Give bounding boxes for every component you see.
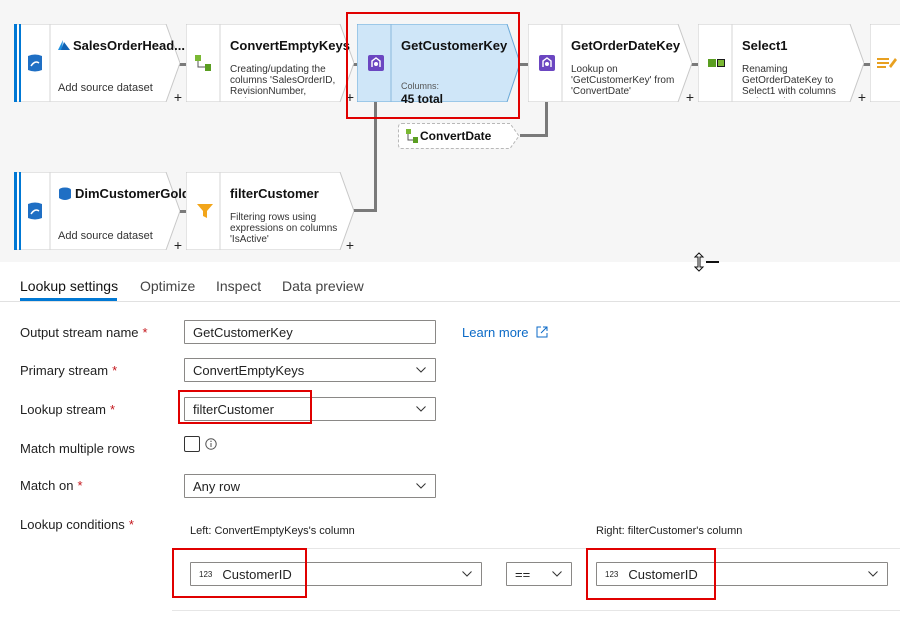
- select-icon: [706, 24, 728, 102]
- node-filter-customer[interactable]: filterCustomer Filtering rows using expr…: [186, 172, 354, 253]
- node-convert-date[interactable]: ConvertDate: [398, 123, 520, 149]
- node-sink-partial[interactable]: [870, 24, 900, 102]
- primary-stream-select[interactable]: ConvertEmptyKeys: [184, 358, 436, 382]
- add-transform-button[interactable]: +: [686, 89, 694, 105]
- match-on-label: Match on *: [20, 478, 83, 493]
- chevron-down-icon: [551, 568, 563, 580]
- tab-data-preview[interactable]: Data preview: [282, 278, 364, 294]
- lookup-conditions-label: Lookup conditions *: [20, 517, 134, 532]
- filter-icon: [194, 172, 216, 250]
- node-title: SalesOrderHead...: [73, 38, 185, 53]
- highlight-box: [172, 548, 307, 598]
- lookup-stream-label: Lookup stream *: [20, 402, 116, 417]
- add-transform-button[interactable]: +: [858, 89, 866, 105]
- operator-select[interactable]: ==: [506, 562, 572, 586]
- output-stream-input[interactable]: GetCustomerKey: [184, 320, 436, 344]
- output-stream-label: Output stream name *: [20, 325, 148, 340]
- chevron-down-icon: [461, 568, 473, 580]
- learn-more-link[interactable]: Learn more: [462, 325, 548, 340]
- chevron-down-icon: [415, 364, 427, 376]
- add-transform-button[interactable]: +: [174, 237, 182, 253]
- source-icon: [24, 172, 46, 250]
- azure-icon: [58, 40, 70, 50]
- primary-stream-label: Primary stream *: [20, 363, 118, 378]
- tab-inspect[interactable]: Inspect: [216, 278, 261, 294]
- add-transform-button[interactable]: +: [346, 237, 354, 253]
- chevron-down-icon: [415, 403, 427, 415]
- connector: [520, 134, 548, 137]
- node-subtitle: Add source dataset: [58, 82, 153, 94]
- node-dim-customer-gold[interactable]: DimCustomerGold Add source dataset +: [14, 172, 190, 253]
- node-description: Creating/updating the columns 'SalesOrde…: [230, 64, 336, 98]
- add-transform-button[interactable]: +: [174, 89, 182, 105]
- match-multiple-label: Match multiple rows: [20, 441, 135, 456]
- node-description: Filtering rows using expressions on colu…: [230, 212, 338, 245]
- node-title: filterCustomer: [230, 186, 319, 201]
- node-title: ConvertEmptyKeys: [230, 38, 350, 53]
- node-get-order-date-key[interactable]: GetOrderDateKey Lookup on 'GetCustomerKe…: [528, 24, 694, 105]
- node-title: GetOrderDateKey: [571, 38, 681, 53]
- node-sales-order-header[interactable]: SalesOrderHead... Add source dataset +: [14, 24, 185, 105]
- chevron-down-icon: [415, 480, 427, 492]
- node-select1[interactable]: Select1 Renaming GetOrderDateKey to Sele…: [698, 24, 866, 105]
- dataflow-canvas[interactable]: SalesOrderHead... Add source dataset + C…: [0, 0, 900, 262]
- node-description: Renaming GetOrderDateKey to Select1 with…: [742, 64, 836, 98]
- highlight-box: [178, 390, 312, 424]
- derived-column-icon: [192, 24, 214, 102]
- sink-icon: [876, 24, 898, 102]
- tab-optimize[interactable]: Optimize: [140, 278, 195, 294]
- right-column-header: Right: filterCustomer's column: [596, 525, 743, 537]
- lookup-icon: [536, 24, 558, 102]
- resize-icon[interactable]: [693, 252, 720, 277]
- info-icon[interactable]: [205, 437, 217, 455]
- node-title: Select1: [742, 38, 788, 53]
- highlight-box: [586, 548, 716, 600]
- external-link-icon: [536, 326, 548, 338]
- connector: [350, 209, 377, 212]
- tab-divider: [0, 301, 900, 302]
- node-title: DimCustomerGold: [75, 186, 190, 201]
- node-convert-empty-keys[interactable]: ConvertEmptyKeys Creating/updating the c…: [186, 24, 354, 105]
- conditions-divider: [172, 610, 900, 611]
- node-subtitle: Add source dataset: [58, 230, 153, 242]
- match-multiple-checkbox[interactable]: [184, 436, 200, 452]
- database-icon: [59, 187, 71, 200]
- tab-lookup-settings[interactable]: Lookup settings: [20, 278, 118, 294]
- chevron-down-icon: [867, 568, 879, 580]
- left-column-header: Left: ConvertEmptyKeys's column: [190, 525, 355, 537]
- node-title: ConvertDate: [420, 129, 492, 143]
- match-on-select[interactable]: Any row: [184, 474, 436, 498]
- derived-column-icon: [405, 128, 419, 149]
- highlight-box: [346, 12, 520, 119]
- source-icon: [24, 24, 46, 102]
- node-description: Lookup on 'GetCustomerKey' from 'Convert…: [571, 64, 675, 97]
